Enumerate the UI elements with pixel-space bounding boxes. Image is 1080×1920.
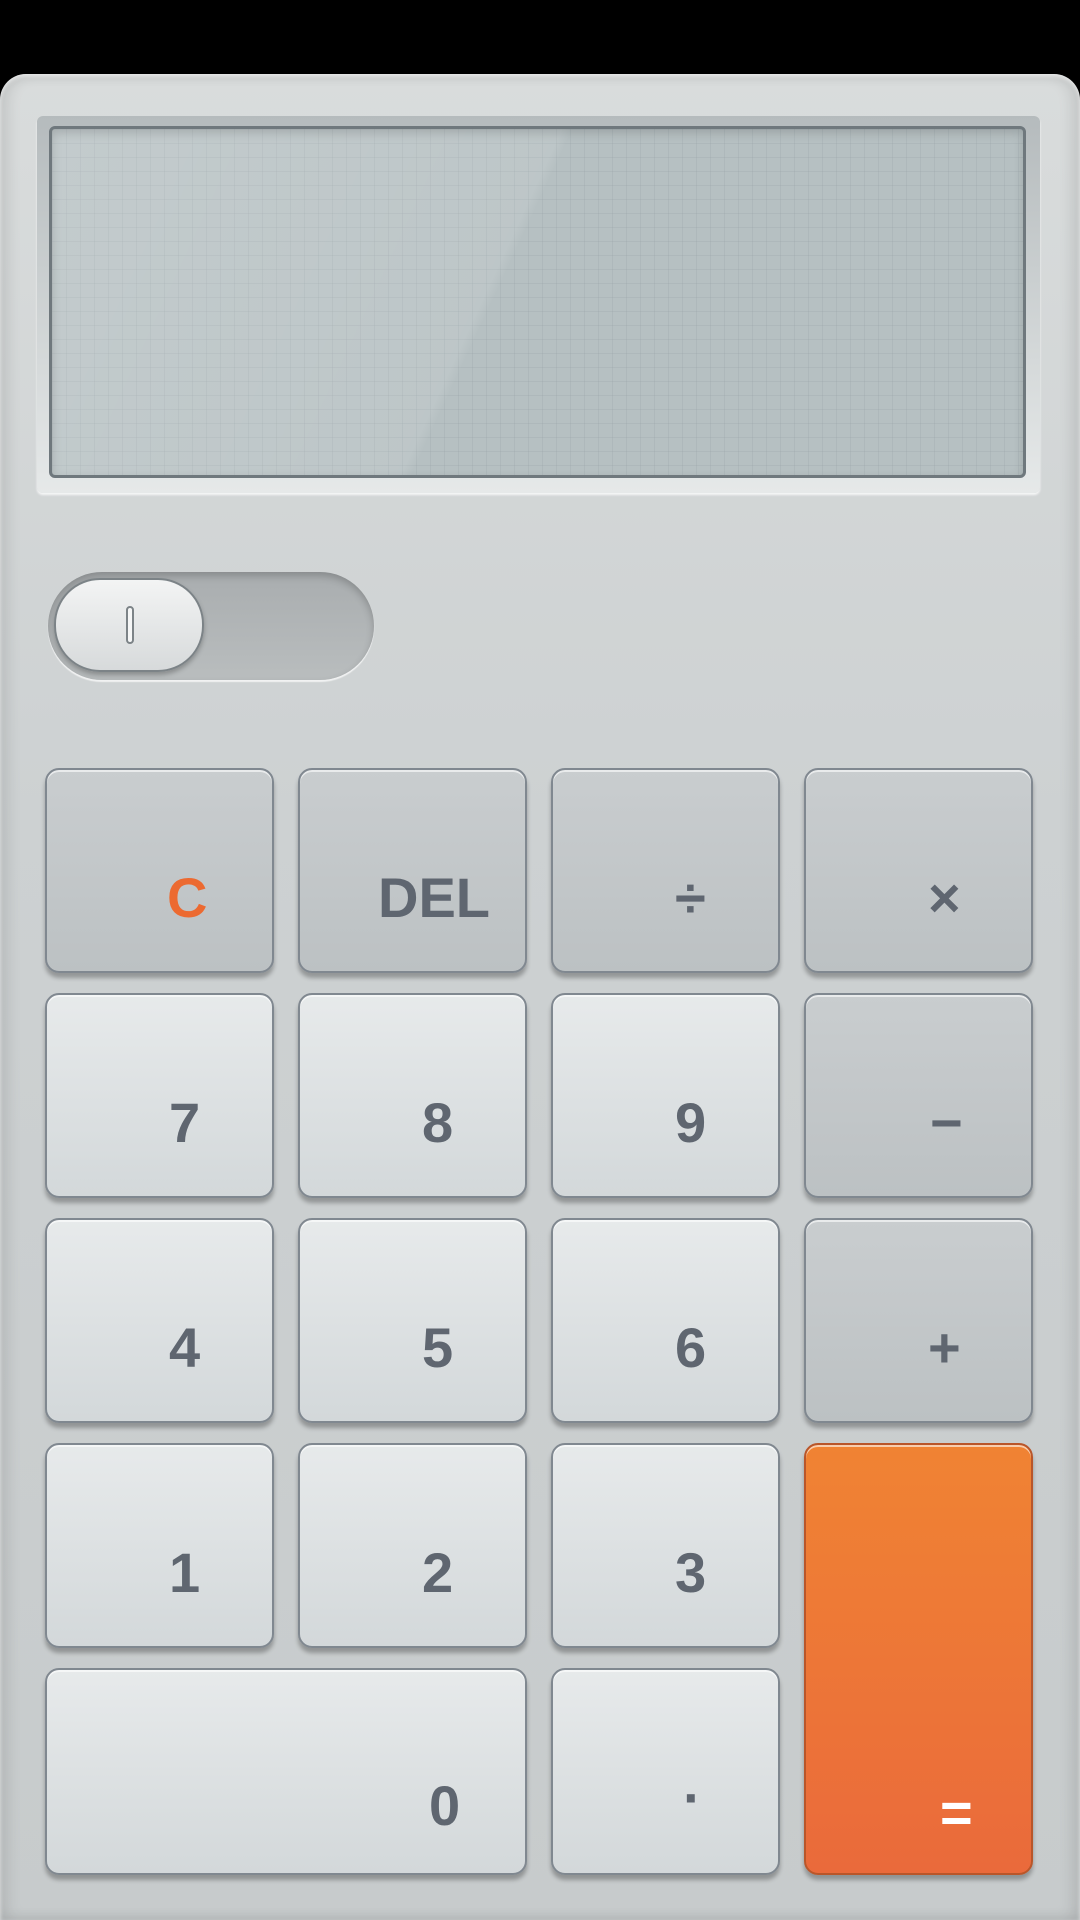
divide-label: ÷ (675, 866, 706, 929)
five-label: 5 (422, 1316, 454, 1379)
zero-button[interactable]: 0 (45, 1668, 527, 1875)
delete-button[interactable]: DEL (298, 768, 527, 973)
plus-button[interactable]: + (804, 1218, 1033, 1423)
six-label: 6 (675, 1316, 707, 1379)
minus-label: − (930, 1091, 963, 1154)
four-label: 4 (169, 1316, 201, 1379)
status-bar (0, 0, 1080, 76)
multiply-button[interactable]: × (804, 768, 1033, 973)
two-label: 2 (422, 1541, 454, 1604)
zero-label: 0 (429, 1774, 461, 1837)
multiply-label: × (928, 866, 961, 929)
one-label: 1 (169, 1541, 201, 1604)
five-button[interactable]: 5 (298, 1218, 527, 1423)
minus-button[interactable]: − (804, 993, 1033, 1198)
two-button[interactable]: 2 (298, 1443, 527, 1648)
decimal-label: · (683, 1766, 702, 1829)
plus-label: + (928, 1316, 961, 1379)
decimal-button[interactable]: · (551, 1668, 780, 1875)
three-button[interactable]: 3 (551, 1443, 780, 1648)
clear-button[interactable]: C (45, 768, 274, 973)
toggle-knob[interactable] (54, 578, 204, 672)
four-button[interactable]: 4 (45, 1218, 274, 1423)
equals-label: = (940, 1781, 973, 1844)
three-label: 3 (675, 1541, 707, 1604)
toggle-grip-icon (126, 606, 134, 644)
equals-button[interactable]: = (804, 1443, 1033, 1875)
seven-button[interactable]: 7 (45, 993, 274, 1198)
display-screen (49, 126, 1026, 478)
nine-button[interactable]: 9 (551, 993, 780, 1198)
eight-button[interactable]: 8 (298, 993, 527, 1198)
divide-button[interactable]: ÷ (551, 768, 780, 973)
eight-label: 8 (422, 1091, 454, 1154)
one-button[interactable]: 1 (45, 1443, 274, 1648)
delete-label: DEL (378, 866, 490, 929)
seven-label: 7 (169, 1091, 201, 1154)
clear-label: C (167, 866, 208, 929)
nine-label: 9 (675, 1091, 707, 1154)
six-button[interactable]: 6 (551, 1218, 780, 1423)
mode-toggle[interactable] (48, 572, 374, 680)
